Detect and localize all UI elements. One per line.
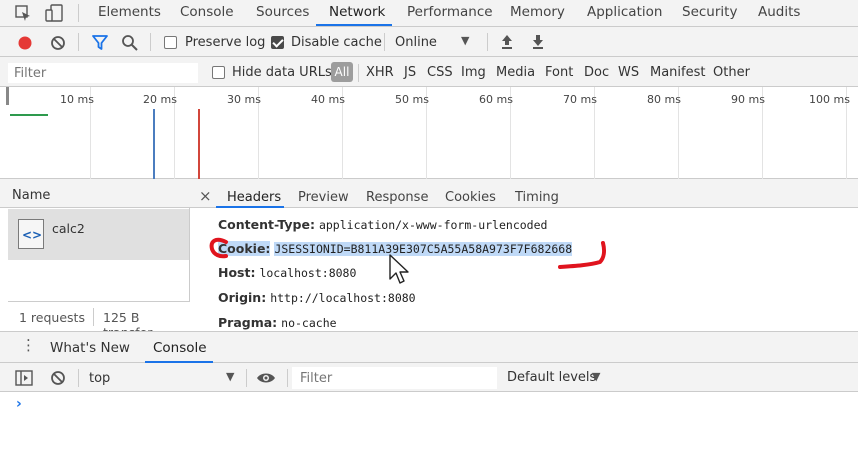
red-annotation-marks	[209, 237, 606, 269]
record-icon[interactable]	[17, 35, 33, 51]
timeline-tick-label: 60 ms	[479, 93, 513, 106]
preserve-log-label: Preserve log	[185, 35, 266, 50]
chevron-down-icon[interactable]: ▼	[592, 370, 600, 383]
disable-cache-label: Disable cache	[291, 35, 382, 50]
toolbar-divider	[287, 369, 288, 387]
devtools-window: Elements Console Sources Network Perform…	[0, 0, 858, 466]
timeline-start-handle[interactable]	[6, 87, 9, 105]
request-name: calc2	[52, 221, 85, 236]
type-filter-font[interactable]: Font	[545, 65, 573, 80]
request-list: Name <> calc2 1 requests 125 B transfer	[0, 179, 190, 340]
chevron-down-icon[interactable]: ▼	[461, 34, 469, 47]
type-filter-all[interactable]: All	[331, 62, 353, 82]
more-options-icon[interactable]: ⋮	[21, 338, 36, 353]
device-toolbar-icon[interactable]	[44, 3, 64, 23]
clear-console-icon[interactable]	[50, 370, 66, 386]
request-waterfall-bar	[10, 114, 48, 116]
timeline-tick-label: 80 ms	[647, 93, 681, 106]
eye-icon[interactable]	[256, 371, 276, 385]
context-selector[interactable]: top	[89, 371, 110, 386]
show-sidebar-icon[interactable]	[15, 370, 33, 386]
timeline-tick-label: 100 ms	[809, 93, 850, 106]
active-tab-indicator	[316, 24, 392, 26]
timeline-tick-label: 30 ms	[227, 93, 261, 106]
toolbar-divider	[384, 33, 385, 51]
search-icon[interactable]	[121, 34, 139, 52]
devtools-tab-bar: Elements Console Sources Network Perform…	[0, 0, 858, 27]
timeline-overview[interactable]: 10 ms 20 ms 30 ms 40 ms 50 ms 60 ms 70 m…	[0, 87, 858, 179]
summary-divider	[93, 308, 94, 326]
active-drawer-tab-indicator	[145, 361, 213, 363]
timeline-tick-label: 50 ms	[395, 93, 429, 106]
filter-input[interactable]	[8, 63, 198, 83]
disable-cache-checkbox[interactable]	[271, 36, 284, 49]
network-toolbar: Preserve log Disable cache Online ▼	[0, 28, 858, 57]
type-filter-media[interactable]: Media	[496, 65, 535, 80]
type-filter-img[interactable]: Img	[461, 65, 486, 80]
chevron-down-icon[interactable]: ▼	[226, 370, 234, 383]
hide-data-urls-checkbox[interactable]	[212, 66, 225, 79]
type-filter-doc[interactable]: Doc	[584, 65, 609, 80]
tab-application[interactable]: Application	[587, 4, 662, 20]
log-levels-dropdown[interactable]: Default levels	[507, 370, 596, 385]
type-filter-ws[interactable]: WS	[618, 65, 639, 80]
import-har-icon[interactable]	[500, 34, 514, 50]
dom-content-loaded-line	[153, 109, 155, 179]
clear-icon[interactable]	[50, 35, 66, 51]
mouse-cursor-icon	[389, 254, 409, 284]
toolbar-divider	[358, 64, 359, 82]
tab-elements[interactable]: Elements	[98, 4, 161, 20]
preserve-log-checkbox[interactable]	[164, 36, 177, 49]
timeline-tick-label: 70 ms	[563, 93, 597, 106]
console-filter-input[interactable]	[292, 367, 497, 389]
inspect-element-icon[interactable]	[14, 4, 32, 22]
tab-whats-new[interactable]: What's New	[50, 340, 130, 356]
toolbar-divider	[78, 33, 79, 51]
tab-drawer-console[interactable]: Console	[153, 340, 207, 356]
timeline-tick-label: 10 ms	[60, 93, 94, 106]
request-summary-bar: 1 requests 125 B transfer	[8, 301, 190, 340]
toolbar-divider	[487, 33, 488, 51]
filter-funnel-icon[interactable]	[91, 34, 109, 51]
type-filter-manifest[interactable]: Manifest	[650, 65, 705, 80]
toolbar-divider	[150, 33, 151, 51]
timeline-tick-label: 40 ms	[311, 93, 345, 106]
type-filter-js[interactable]: JS	[404, 65, 416, 80]
timeline-tick-label: 90 ms	[731, 93, 765, 106]
tab-console[interactable]: Console	[180, 4, 234, 20]
type-filter-other[interactable]: Other	[713, 65, 750, 80]
timeline-tick-label: 20 ms	[143, 93, 177, 106]
tab-performance[interactable]: Performance	[407, 4, 493, 20]
drawer-tab-bar: ⋮ What's New Console	[0, 331, 858, 363]
console-prompt-icon[interactable]: ›	[16, 396, 22, 412]
throttling-select[interactable]: Online	[395, 35, 437, 50]
request-details-pane: × Headers Preview Response Cookies Timin…	[190, 179, 858, 331]
type-filter-css[interactable]: CSS	[427, 65, 453, 80]
load-event-line	[198, 109, 200, 179]
name-column-header[interactable]: Name	[0, 179, 190, 208]
document-file-icon: <>	[18, 219, 44, 249]
tab-network[interactable]: Network	[329, 4, 385, 20]
toolbar-divider	[246, 369, 247, 387]
hide-data-urls-label: Hide data URLs	[232, 65, 332, 80]
tab-audits[interactable]: Audits	[758, 4, 800, 20]
filter-bar: Hide data URLs All XHR JS CSS Img Media …	[0, 58, 858, 87]
tab-security[interactable]: Security	[682, 4, 737, 20]
tab-memory[interactable]: Memory	[510, 4, 565, 20]
console-output[interactable]: ›	[0, 392, 858, 466]
toolbar-divider	[78, 369, 79, 387]
tab-sources[interactable]: Sources	[256, 4, 309, 20]
type-filter-xhr[interactable]: XHR	[366, 65, 394, 80]
request-count: 1 requests	[19, 310, 85, 325]
toolbar-divider	[78, 4, 79, 22]
console-toolbar: top ▼ Default levels ▼	[0, 364, 858, 392]
export-har-icon[interactable]	[531, 34, 545, 50]
name-header-label: Name	[12, 188, 51, 203]
request-row-calc2[interactable]: <> calc2	[8, 209, 189, 260]
